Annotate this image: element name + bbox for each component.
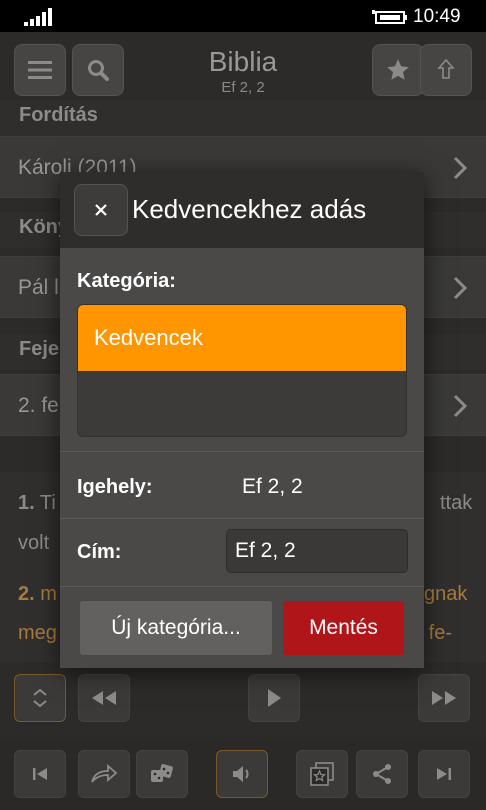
battery-charging-icon — [372, 10, 407, 24]
verse-line: 1. Ti — [18, 492, 56, 514]
menu-button[interactable] — [14, 44, 66, 96]
clock: 10:49 — [413, 6, 461, 27]
star-icon — [387, 59, 409, 80]
fast-forward-button[interactable] — [418, 674, 470, 722]
share-button[interactable] — [356, 750, 408, 798]
title-input[interactable]: Ef 2, 2 — [226, 529, 408, 573]
verse-line: volt — [18, 532, 50, 554]
dialog-title: Kedvencekhez adás — [132, 194, 367, 224]
chapter-value: 2. fe — [18, 394, 59, 417]
search-button[interactable] — [72, 44, 124, 96]
hamburger-icon — [28, 61, 52, 79]
close-icon — [95, 204, 107, 216]
book-value: Pál l — [18, 276, 59, 299]
search-icon — [88, 60, 109, 81]
fast-forward-icon — [432, 691, 456, 705]
share-icon — [373, 764, 391, 784]
expand-toggle-button[interactable] — [14, 674, 66, 722]
rewind-icon — [92, 691, 116, 705]
favorites-list-button[interactable] — [296, 750, 348, 798]
verse-line-highlighted: 2. m — [18, 583, 57, 605]
page-title: Biblia — [208, 46, 278, 77]
status-bar: 10:49 — [0, 0, 486, 32]
save-button[interactable]: Mentés — [283, 601, 404, 655]
signal-strength-icon — [24, 8, 52, 26]
share-up-icon — [437, 58, 455, 79]
category-label: Kategória: — [77, 270, 176, 292]
title-label: Cím: — [77, 541, 122, 563]
chevron-right-icon — [453, 394, 468, 418]
skip-previous-icon — [33, 768, 47, 780]
verse-line-end: ttak — [440, 492, 473, 514]
forward-arrow-icon — [91, 764, 118, 783]
divider — [60, 451, 424, 452]
skip-previous-button[interactable] — [14, 750, 66, 798]
chevron-up-down-icon — [33, 688, 47, 708]
close-button[interactable] — [74, 184, 128, 236]
divider — [60, 518, 424, 519]
passage-value: Ef 2, 2 — [242, 475, 303, 498]
add-favorite-dialog: Kedvencekhez adás Kategória: Kedvencek I… — [60, 172, 424, 668]
forward-share-button[interactable] — [78, 750, 130, 798]
category-list[interactable]: Kedvencek — [77, 304, 407, 437]
verse-line-end: gnak — [424, 583, 468, 605]
skip-next-button[interactable] — [418, 750, 470, 798]
dice-icon — [151, 764, 173, 782]
chevron-right-icon — [453, 156, 468, 180]
random-verse-button[interactable] — [136, 750, 188, 798]
play-button[interactable] — [248, 674, 300, 722]
play-icon — [268, 689, 281, 707]
dialog-header: Kedvencekhez adás — [60, 172, 424, 248]
favorite-button[interactable] — [372, 44, 424, 96]
page-subtitle: Ef 2, 2 — [221, 79, 265, 96]
verse-line-highlighted: meg — [18, 622, 57, 644]
new-category-button[interactable]: Új kategória... — [80, 601, 272, 655]
divider — [60, 586, 424, 587]
audio-button[interactable] — [216, 750, 268, 798]
share-up-button[interactable] — [420, 44, 472, 96]
skip-next-icon — [437, 768, 451, 780]
section-heading-translation: Fordítás — [0, 100, 486, 136]
speaker-icon — [233, 766, 249, 782]
passage-label: Igehely: — [77, 476, 153, 498]
category-item-selected[interactable]: Kedvencek — [78, 305, 406, 371]
favorites-list-icon — [310, 762, 334, 786]
rewind-button[interactable] — [78, 674, 130, 722]
chevron-right-icon — [453, 276, 468, 300]
